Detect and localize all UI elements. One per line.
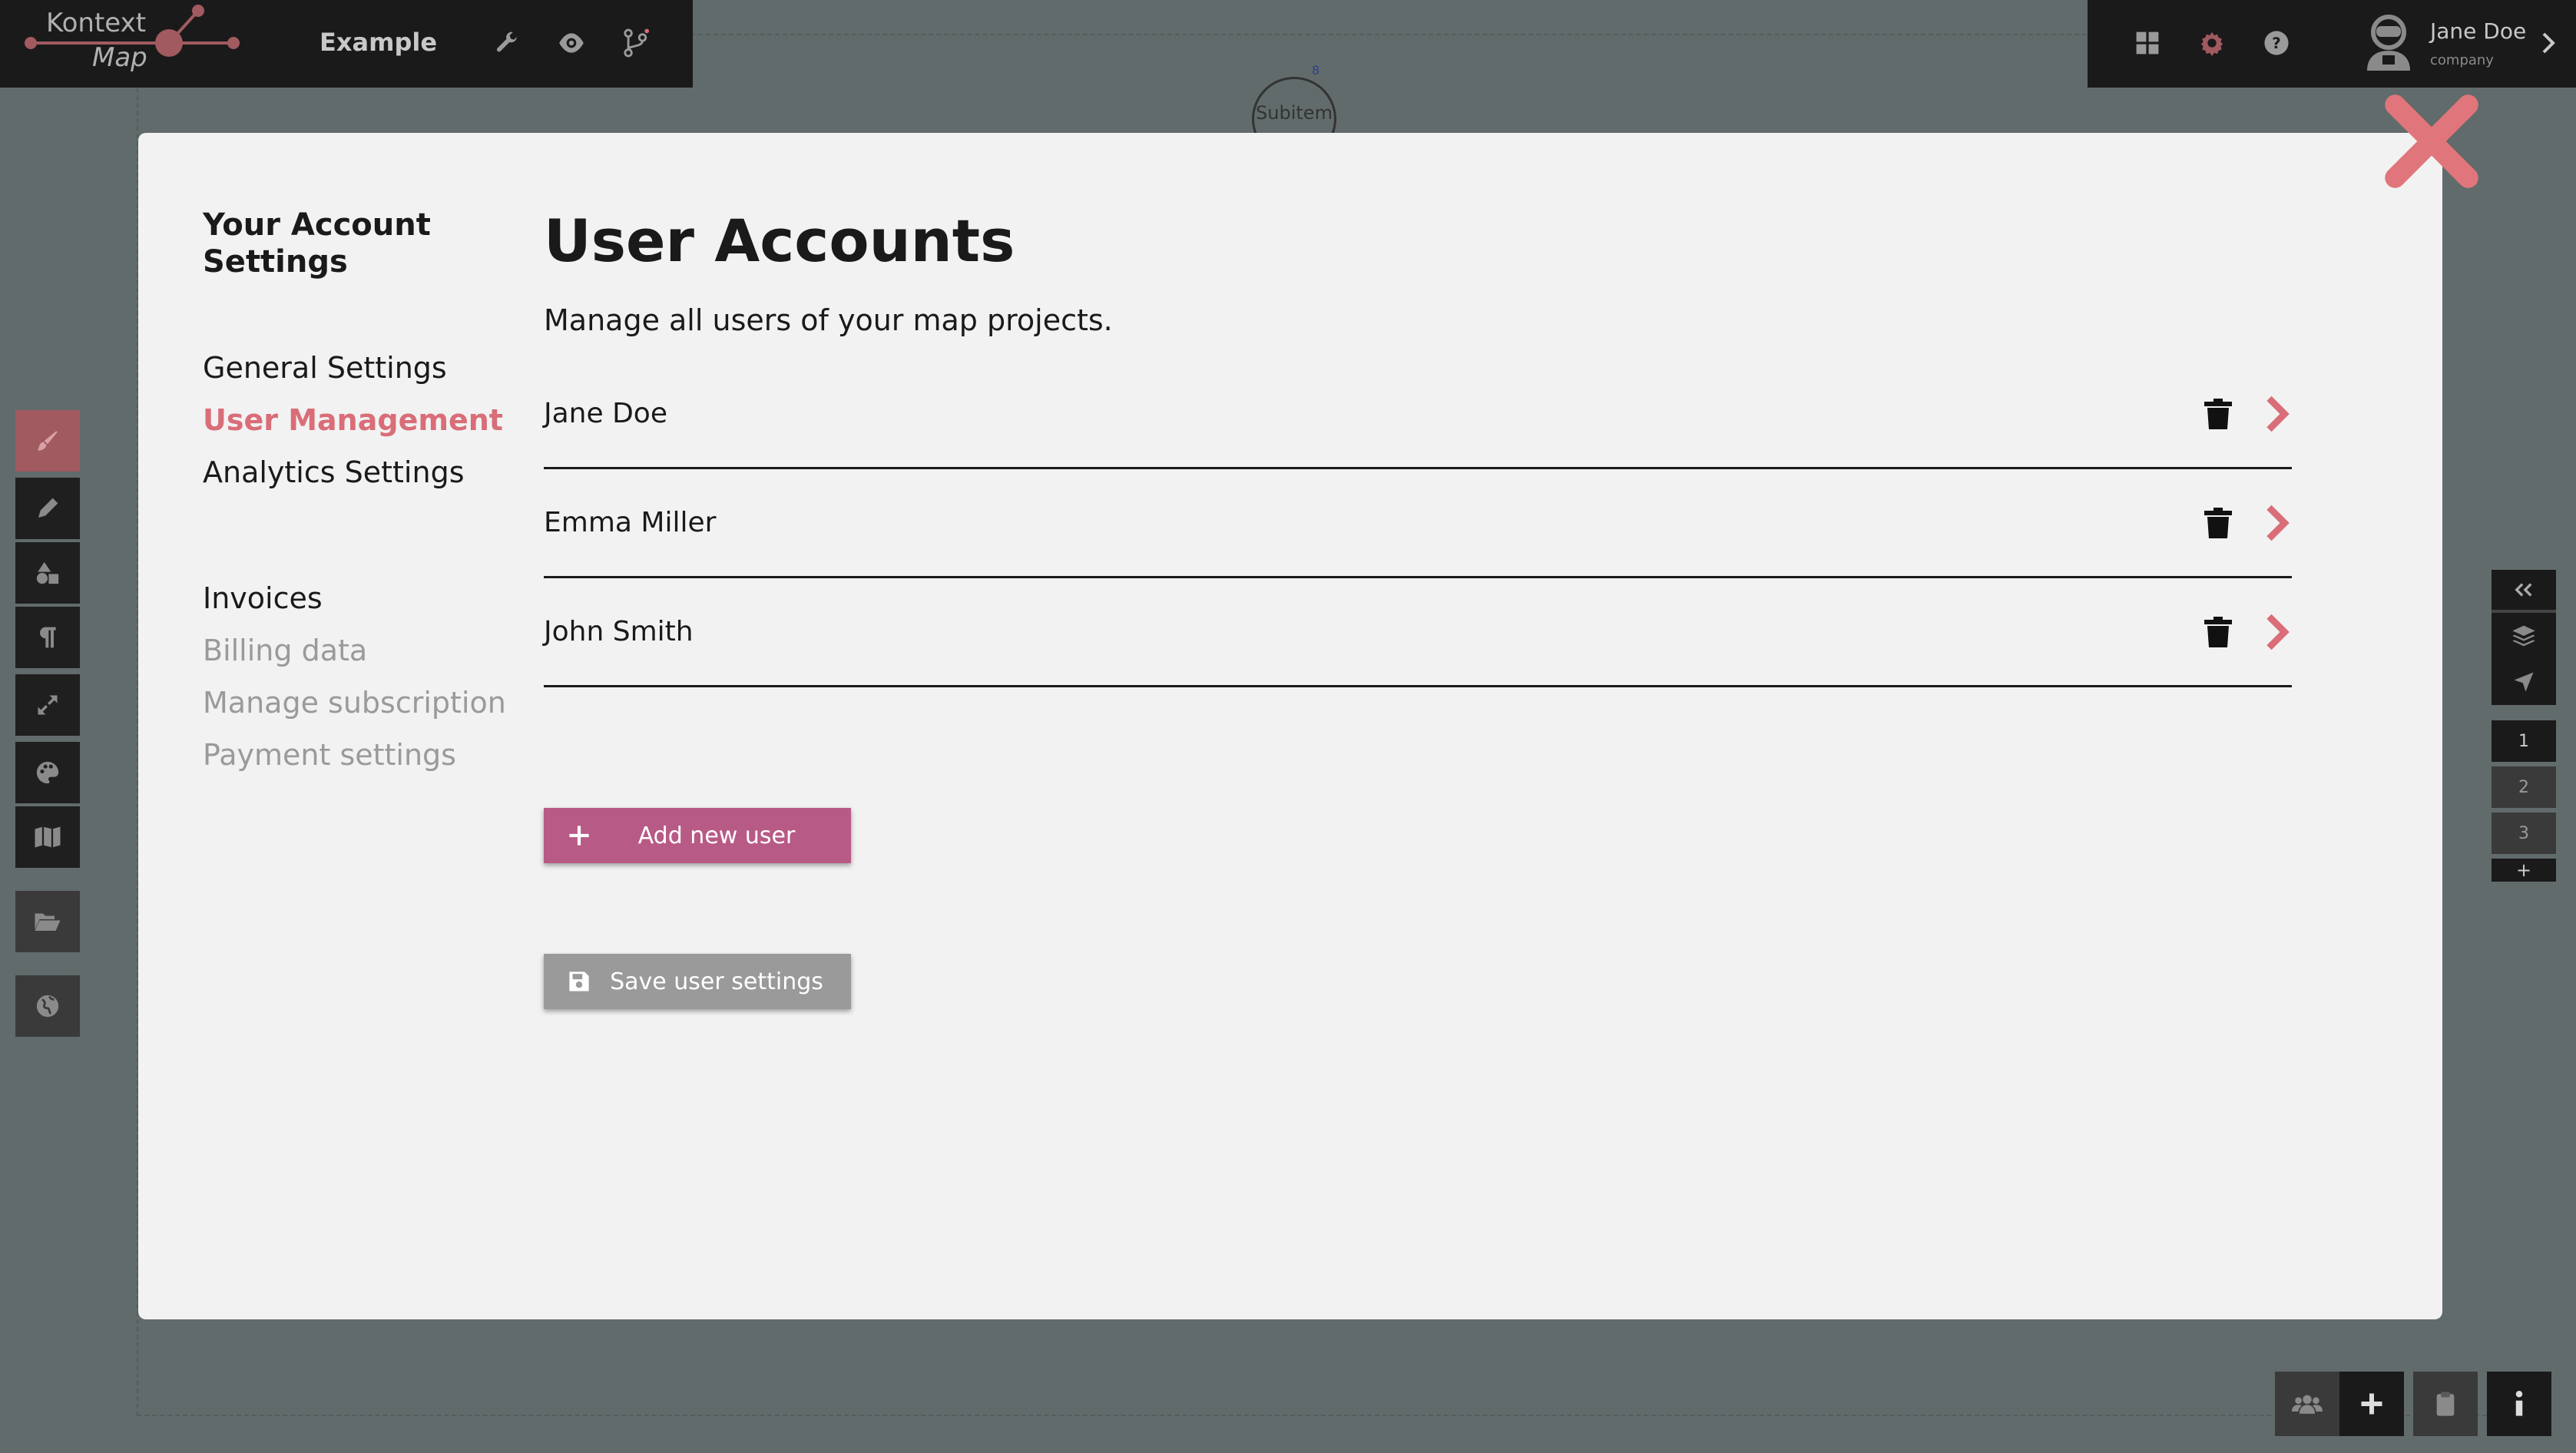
logo-text: Kontext	[46, 8, 147, 38]
info-button[interactable]	[2487, 1372, 2551, 1436]
double-chevron-left-icon	[2515, 583, 2532, 597]
add-user-button[interactable]: Add new user	[544, 808, 851, 863]
shapes-tool-button[interactable]	[15, 542, 80, 604]
side-nav-heading: Your Account Settings	[203, 207, 431, 280]
nav-invoices[interactable]: Invoices	[203, 572, 510, 624]
svg-text:?: ?	[2272, 35, 2281, 52]
globe-button[interactable]	[15, 975, 80, 1037]
pencil-icon	[38, 498, 58, 518]
page-title: User Accounts	[544, 207, 1015, 275]
account-settings-modal: Your Account Settings General Settings U…	[138, 133, 2442, 1319]
user-accounts-section: User Accounts Manage all users of your m…	[544, 207, 2292, 1009]
user-row[interactable]: Emma Miller	[544, 469, 2292, 578]
top-toolbar: Kontext Map Example	[0, 0, 693, 88]
chevron-right-icon[interactable]	[2541, 31, 2556, 55]
wrench-icon[interactable]	[490, 26, 524, 60]
expand-icon	[38, 695, 58, 715]
add-user-label: Add new user	[637, 822, 796, 849]
folder-open-icon	[35, 913, 61, 931]
page-3-button[interactable]: 3	[2492, 813, 2556, 854]
palette-icon	[36, 761, 59, 784]
chevron-right-icon[interactable]	[2264, 612, 2292, 652]
trash-icon[interactable]	[2203, 615, 2233, 649]
map-icon	[35, 826, 61, 848]
user-toolbar: ? Jane Doe company	[2088, 0, 2576, 88]
close-icon[interactable]	[2381, 91, 2482, 192]
layers-button[interactable]	[2492, 613, 2556, 659]
user-name-label: Jane Doe	[544, 398, 667, 429]
clipboard-button[interactable]	[2413, 1372, 2478, 1436]
add-item-button[interactable]	[2339, 1372, 2404, 1436]
shapes-icon	[36, 561, 59, 584]
project-name[interactable]: Example	[320, 28, 437, 57]
node-badge: 8	[1312, 63, 1320, 78]
plus-icon	[548, 825, 610, 846]
avatar[interactable]	[2359, 12, 2418, 74]
nav-general-settings[interactable]: General Settings	[203, 342, 510, 394]
page-subtitle: Manage all users of your map projects.	[544, 303, 1113, 337]
help-icon[interactable]: ?	[2260, 26, 2293, 60]
add-page-button[interactable]: +	[2492, 859, 2556, 882]
open-folder-button[interactable]	[15, 891, 80, 952]
settings-side-nav: Your Account Settings General Settings U…	[203, 207, 510, 781]
pencil-tool-button[interactable]	[15, 478, 80, 539]
layers-icon	[2512, 625, 2535, 647]
nav-manage-subscription[interactable]: Manage subscription	[203, 677, 510, 729]
map-tool-button[interactable]	[15, 806, 80, 868]
branch-icon[interactable]	[619, 26, 653, 60]
palette-tool-button[interactable]	[15, 742, 80, 803]
layers-panel: 1 2 3 +	[2492, 570, 2556, 882]
collapse-panel-button[interactable]	[2492, 570, 2556, 610]
eye-icon[interactable]	[555, 26, 588, 60]
user-row[interactable]: Jane Doe	[544, 360, 2292, 469]
canvas-border	[137, 1415, 2541, 1416]
app-logo[interactable]: Kontext Map	[0, 0, 261, 88]
navigate-button[interactable]	[2492, 659, 2556, 705]
user-name-label: Emma Miller	[544, 507, 717, 538]
trash-icon[interactable]	[2203, 397, 2233, 431]
save-user-settings-button[interactable]: Save user settings	[544, 954, 851, 1009]
location-arrow-icon	[2514, 672, 2534, 692]
resize-tool-button[interactable]	[15, 674, 80, 736]
paragraph-icon	[40, 627, 56, 648]
plus-icon	[2361, 1393, 2382, 1415]
brush-icon	[38, 431, 58, 451]
users-icon	[2292, 1395, 2323, 1414]
nav-billing-data[interactable]: Billing data	[203, 624, 510, 677]
save-user-settings-label: Save user settings	[610, 968, 823, 995]
users-button[interactable]	[2275, 1372, 2339, 1436]
user-company: company	[2430, 52, 2494, 68]
logo-text: Map	[92, 42, 147, 73]
user-list: Jane Doe Emma Miller John Smith	[544, 360, 2292, 687]
user-name-label: John Smith	[544, 616, 694, 647]
info-icon	[2515, 1391, 2523, 1416]
nav-analytics-settings[interactable]: Analytics Settings	[203, 446, 510, 498]
globe-icon	[36, 995, 59, 1018]
trash-icon[interactable]	[2203, 506, 2233, 540]
nav-payment-settings[interactable]: Payment settings	[203, 729, 510, 781]
text-tool-button[interactable]	[15, 607, 80, 668]
user-row[interactable]: John Smith	[544, 578, 2292, 687]
chevron-right-icon[interactable]	[2264, 503, 2292, 543]
nav-user-management[interactable]: User Management	[203, 394, 510, 446]
floppy-disk-icon	[548, 971, 610, 992]
gear-icon[interactable]	[2195, 26, 2229, 60]
map-node-label: Subitem	[1256, 102, 1333, 124]
page-1-button[interactable]: 1	[2492, 720, 2556, 762]
grid-icon[interactable]	[2131, 26, 2164, 60]
clipboard-icon	[2436, 1392, 2455, 1416]
page-2-button[interactable]: 2	[2492, 766, 2556, 808]
user-name[interactable]: Jane Doe	[2430, 18, 2526, 44]
chevron-right-icon[interactable]	[2264, 394, 2292, 434]
brush-tool-button[interactable]	[15, 410, 80, 472]
